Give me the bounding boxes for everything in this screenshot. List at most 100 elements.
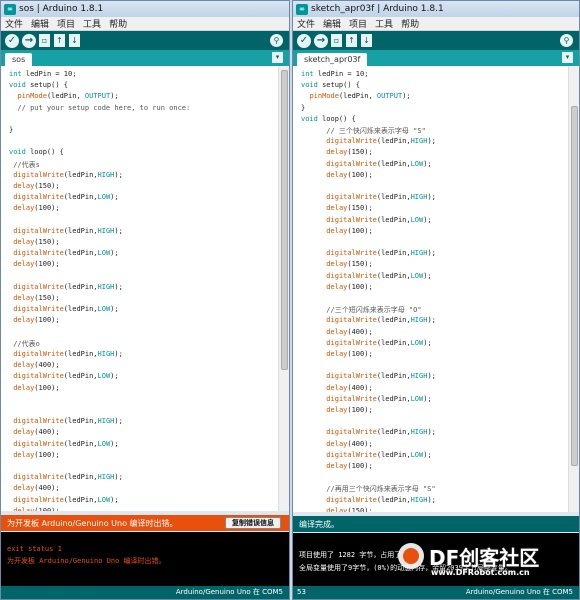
code-line: //再用三个快闪烁来表示字母 "S" — [301, 485, 436, 494]
code-line: // 三个快闪烁来表示字母 "S" — [301, 127, 426, 135]
tab-bar: sketch_apr03f ▾ — [293, 50, 579, 66]
upload-icon[interactable]: → — [314, 33, 328, 48]
editor-scrollbar[interactable] — [568, 66, 579, 512]
toolbar: ✓ → ▫ ↑ ↓ ⚲ — [1, 31, 289, 50]
code-line: digitalWrite(ledPin,LOW); — [13, 495, 119, 504]
new-icon[interactable]: ▫ — [331, 34, 342, 47]
code-line: delay(100); — [326, 170, 373, 179]
menu-edit[interactable]: 编辑 — [31, 17, 49, 30]
tab-sketch[interactable]: sketch_apr03f — [297, 53, 368, 66]
code-line: void setup() { — [9, 81, 69, 90]
menu-file[interactable]: 文件 — [297, 17, 315, 30]
code-line: digitalWrite(ledPin,HIGH); — [326, 372, 436, 381]
arduino-app-icon: ∞ — [296, 3, 308, 15]
menu-file[interactable]: 文件 — [5, 17, 23, 30]
code-line: delay(150); — [13, 294, 60, 302]
serial-monitor-icon[interactable]: ⚲ — [270, 34, 283, 47]
code-line: delay(400); — [13, 428, 60, 437]
code-line: int ledPin = 10; — [9, 70, 77, 78]
open-icon[interactable]: ↑ — [54, 34, 65, 47]
code-line: digitalWrite(ledPin,HIGH); — [13, 350, 123, 358]
code-line: digitalWrite(ledPin,LOW); — [326, 159, 432, 168]
code-line: int ledPin = 10; — [301, 70, 369, 78]
code-line: digitalWrite(ledPin,LOW); — [13, 305, 119, 314]
menu-help[interactable]: 帮助 — [109, 17, 127, 30]
upload-icon[interactable]: → — [22, 33, 36, 48]
title-bar: ∞ sketch_apr03f | Arduino 1.8.1 — [293, 1, 579, 17]
tab-menu-icon[interactable]: ▾ — [272, 52, 283, 63]
menu-bar: 文件 编辑 项目 工具 帮助 — [293, 17, 579, 31]
board-port-label: Arduino/Genuino Uno 在 COM5 — [175, 588, 283, 596]
tab-sos[interactable]: sos — [5, 53, 33, 66]
scrollbar-thumb[interactable] — [281, 70, 288, 370]
code-line: delay(100); — [13, 506, 60, 511]
code-line: delay(150); — [326, 260, 373, 269]
code-line: digitalWrite(ledPin,HIGH); — [13, 282, 123, 291]
code-line: digitalWrite(ledPin,LOW); — [13, 439, 119, 448]
arduino-app-icon: ∞ — [4, 3, 16, 15]
watermark-url: www.DFRobot.com.cn — [431, 568, 530, 577]
save-icon[interactable]: ↓ — [69, 34, 80, 47]
console-output: exit status 1 为开发板 Arduino/Genuino Uno 编… — [1, 532, 289, 588]
code-line: delay(100); — [326, 406, 373, 414]
code-line: void setup() { — [301, 81, 361, 90]
code-line: delay(400); — [326, 327, 373, 336]
copy-error-button[interactable]: 复制错误信息 — [225, 517, 281, 529]
code-line: void loop() { — [301, 114, 356, 123]
code-line: digitalWrite(ledPin,LOW); — [13, 193, 119, 202]
code-editor[interactable]: int ledPin = 10; void setup() { pinMode(l… — [1, 66, 278, 511]
menu-sketch[interactable]: 项目 — [57, 17, 75, 30]
status-bar: 编译完成。 — [293, 516, 579, 532]
toolbar: ✓ → ▫ ↑ ↓ ⚲ — [293, 31, 579, 50]
dfrobot-watermark: DF创客社区 www.DFRobot.com.cn — [395, 540, 580, 585]
code-line: //代表s — [9, 160, 40, 169]
menu-help[interactable]: 帮助 — [401, 17, 419, 30]
watermark-brand: DF创客社区 — [429, 546, 540, 570]
footer-bar: 53 Arduino/Genuino Uno 在 COM5 — [293, 586, 579, 599]
save-icon[interactable]: ↓ — [361, 34, 372, 47]
footer-bar: Arduino/Genuino Uno 在 COM5 — [1, 586, 289, 599]
status-bar: 为开发板 Arduino/Genuino Uno 编译时出错。 复制错误信息 — [1, 515, 289, 531]
code-line: } — [9, 126, 14, 134]
window-title: sos | Arduino 1.8.1 — [19, 4, 104, 14]
verify-icon[interactable]: ✓ — [297, 33, 311, 48]
code-line: pinMode(ledPin, OUTPUT); — [309, 92, 411, 101]
code-line: delay(150); — [326, 506, 373, 512]
code-line: digitalWrite(ledPin,LOW); — [326, 215, 432, 224]
right-ide-window: ∞ sketch_apr03f | Arduino 1.8.1 文件 编辑 项目… — [292, 0, 580, 600]
status-message: 为开发板 Arduino/Genuino Uno 编译时出错。 — [7, 518, 178, 528]
menu-sketch[interactable]: 项目 — [349, 17, 367, 30]
code-line: digitalWrite(ledPin,LOW); — [326, 450, 432, 459]
code-line: void loop() { — [9, 148, 64, 157]
tab-bar: sos ▾ — [1, 50, 289, 66]
open-icon[interactable]: ↑ — [346, 34, 357, 47]
code-line: // put your setup code here, to run once… — [9, 103, 191, 112]
console-line: exit status 1 — [7, 545, 62, 553]
code-line: digitalWrite(ledPin,LOW); — [13, 372, 119, 381]
menu-tools[interactable]: 工具 — [83, 17, 101, 30]
scrollbar-thumb[interactable] — [571, 106, 578, 466]
serial-monitor-icon[interactable]: ⚲ — [560, 34, 573, 47]
code-line: delay(150); — [13, 182, 60, 190]
code-editor[interactable]: int ledPin = 10; void setup() { pinMode(l… — [293, 66, 568, 512]
code-line: delay(150); — [326, 204, 373, 213]
new-icon[interactable]: ▫ — [39, 34, 50, 47]
cursor-line-number: 53 — [297, 588, 306, 596]
editor-scrollbar[interactable] — [278, 66, 289, 511]
code-line: //代表o — [9, 339, 40, 348]
code-line: delay(400); — [326, 439, 373, 448]
code-line: } — [301, 103, 306, 112]
code-line: delay(100); — [326, 462, 373, 470]
tab-menu-icon[interactable]: ▾ — [562, 52, 573, 63]
code-line: delay(100); — [13, 204, 60, 213]
verify-icon[interactable]: ✓ — [5, 33, 19, 48]
code-line: digitalWrite(ledPin,LOW); — [13, 249, 119, 258]
title-bar: ∞ sos | Arduino 1.8.1 — [1, 1, 289, 17]
left-ide-window: ∞ sos | Arduino 1.8.1 文件 编辑 项目 工具 帮助 ✓ →… — [0, 0, 290, 600]
menu-edit[interactable]: 编辑 — [323, 17, 341, 30]
code-line: pinMode(ledPin, OUTPUT); — [17, 92, 119, 101]
window-title: sketch_apr03f | Arduino 1.8.1 — [311, 4, 444, 14]
code-line: digitalWrite(ledPin,LOW); — [326, 271, 432, 280]
menu-tools[interactable]: 工具 — [375, 17, 393, 30]
code-line: delay(400); — [13, 484, 60, 493]
